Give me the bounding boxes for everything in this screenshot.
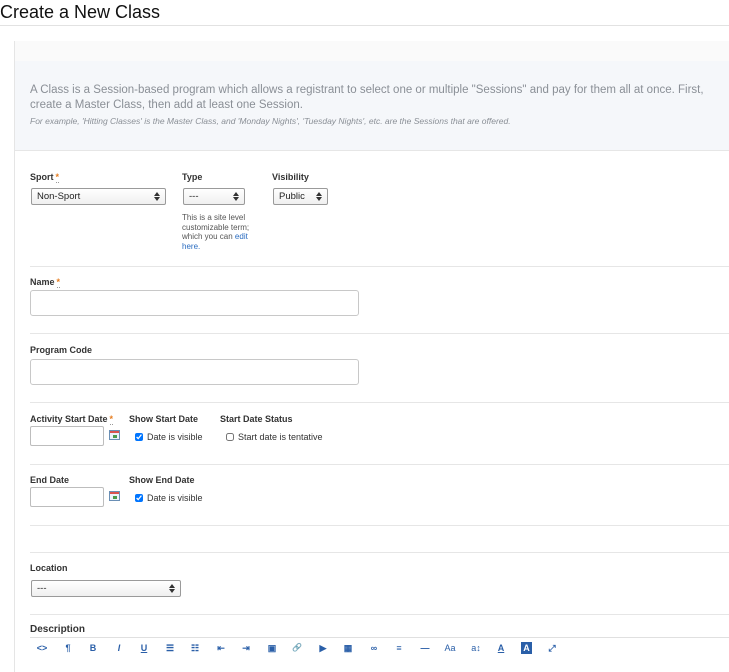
chain-icon[interactable]: ∞: [366, 642, 382, 654]
select-arrows-icon: [316, 191, 323, 202]
calendar-icon[interactable]: [109, 430, 120, 440]
show-start-date-label: Show Start Date: [129, 414, 199, 424]
unordered-list-icon[interactable]: ☰: [162, 642, 178, 654]
end-date-label: End Date: [30, 475, 70, 485]
start-date-tentative-checkbox[interactable]: [226, 433, 234, 441]
bold-icon[interactable]: B: [85, 642, 101, 654]
section-divider: [30, 614, 729, 615]
checkbox-label: Date is visible: [147, 432, 203, 442]
visibility-select[interactable]: Public: [273, 188, 328, 205]
intro-text: A Class is a Session-based program which…: [30, 84, 704, 111]
section-divider: [30, 525, 729, 526]
video-icon[interactable]: ▶: [315, 642, 331, 654]
end-date-input[interactable]: [30, 487, 104, 507]
sport-label: Sport *: [30, 172, 60, 183]
image-icon[interactable]: ▣: [264, 642, 280, 654]
required-marker: *: [109, 414, 114, 425]
sport-select[interactable]: Non-Sport: [31, 188, 166, 205]
visibility-label: Visibility: [272, 172, 309, 182]
section-divider: [30, 402, 729, 403]
select-arrows-icon: [233, 191, 240, 202]
location-select-value: ---: [37, 583, 47, 594]
indent-icon[interactable]: ⇥: [238, 642, 254, 654]
activity-start-date-label: Activity Start Date *: [30, 414, 114, 425]
description-label: Description: [30, 624, 86, 635]
outdent-icon[interactable]: ⇤: [213, 642, 229, 654]
align-icon[interactable]: ≡: [391, 642, 407, 654]
editor-toolbar: <> ¶ B I U ☰ ☷ ⇤ ⇥ ▣ 🔗 ▶ ▦ ∞ ≡ — Aa a↕ A…: [30, 637, 729, 658]
name-input[interactable]: [30, 290, 359, 316]
section-divider: [30, 464, 729, 465]
sport-select-value: Non-Sport: [37, 191, 81, 202]
activity-start-date-input[interactable]: [30, 426, 104, 446]
type-select[interactable]: ---: [183, 188, 245, 205]
start-date-visible-checkbox-row[interactable]: Date is visible: [135, 432, 203, 442]
type-label: Type: [182, 172, 203, 182]
table-icon[interactable]: ▦: [340, 642, 356, 654]
select-arrows-icon: [169, 583, 176, 594]
type-select-value: ---: [189, 191, 199, 202]
panel-header: [15, 41, 729, 62]
select-arrows-icon: [154, 191, 161, 202]
visibility-select-value: Public: [279, 191, 305, 202]
paragraph-icon[interactable]: ¶: [60, 642, 76, 654]
calendar-icon[interactable]: [109, 491, 120, 501]
ordered-list-icon[interactable]: ☷: [187, 642, 203, 654]
intro-example: For example, 'Hitting Classes' is the Ma…: [30, 116, 511, 126]
required-marker: *: [55, 172, 60, 183]
type-help-text: This is a site level customizable term; …: [182, 213, 250, 251]
checkbox-label: Date is visible: [147, 493, 203, 503]
checkbox-label: Start date is tentative: [238, 432, 323, 442]
title-divider: [0, 25, 729, 26]
fullscreen-icon[interactable]: ⤢: [544, 642, 560, 654]
font-size-icon[interactable]: Aa: [442, 642, 458, 654]
end-date-visible-checkbox-row[interactable]: Date is visible: [135, 493, 203, 503]
start-date-status-label: Start Date Status: [220, 414, 293, 424]
program-code-input[interactable]: [30, 359, 359, 385]
start-date-tentative-checkbox-row[interactable]: Start date is tentative: [226, 432, 323, 442]
start-date-visible-checkbox[interactable]: [135, 433, 143, 441]
intro-box: A Class is a Session-based program which…: [15, 61, 729, 151]
location-label: Location: [30, 563, 68, 573]
show-end-date-label: Show End Date: [129, 475, 195, 485]
font-color-icon[interactable]: A: [493, 642, 509, 654]
background-color-icon[interactable]: A: [521, 642, 532, 654]
code-view-icon[interactable]: <>: [34, 642, 50, 654]
section-divider: [30, 552, 729, 553]
location-select[interactable]: ---: [31, 580, 181, 597]
link-icon[interactable]: 🔗: [289, 642, 305, 654]
form-panel: A Class is a Session-based program which…: [14, 41, 729, 672]
program-code-label: Program Code: [30, 345, 93, 355]
italic-icon[interactable]: I: [111, 642, 127, 654]
section-divider: [30, 333, 729, 334]
required-marker: *: [56, 277, 61, 288]
section-divider: [30, 266, 729, 267]
name-label: Name *: [30, 277, 61, 288]
horizontal-rule-icon[interactable]: —: [417, 642, 433, 654]
underline-icon[interactable]: U: [136, 642, 152, 654]
page-title: Create a New Class: [0, 2, 161, 22]
line-height-icon[interactable]: a↕: [468, 642, 484, 654]
end-date-visible-checkbox[interactable]: [135, 494, 143, 502]
